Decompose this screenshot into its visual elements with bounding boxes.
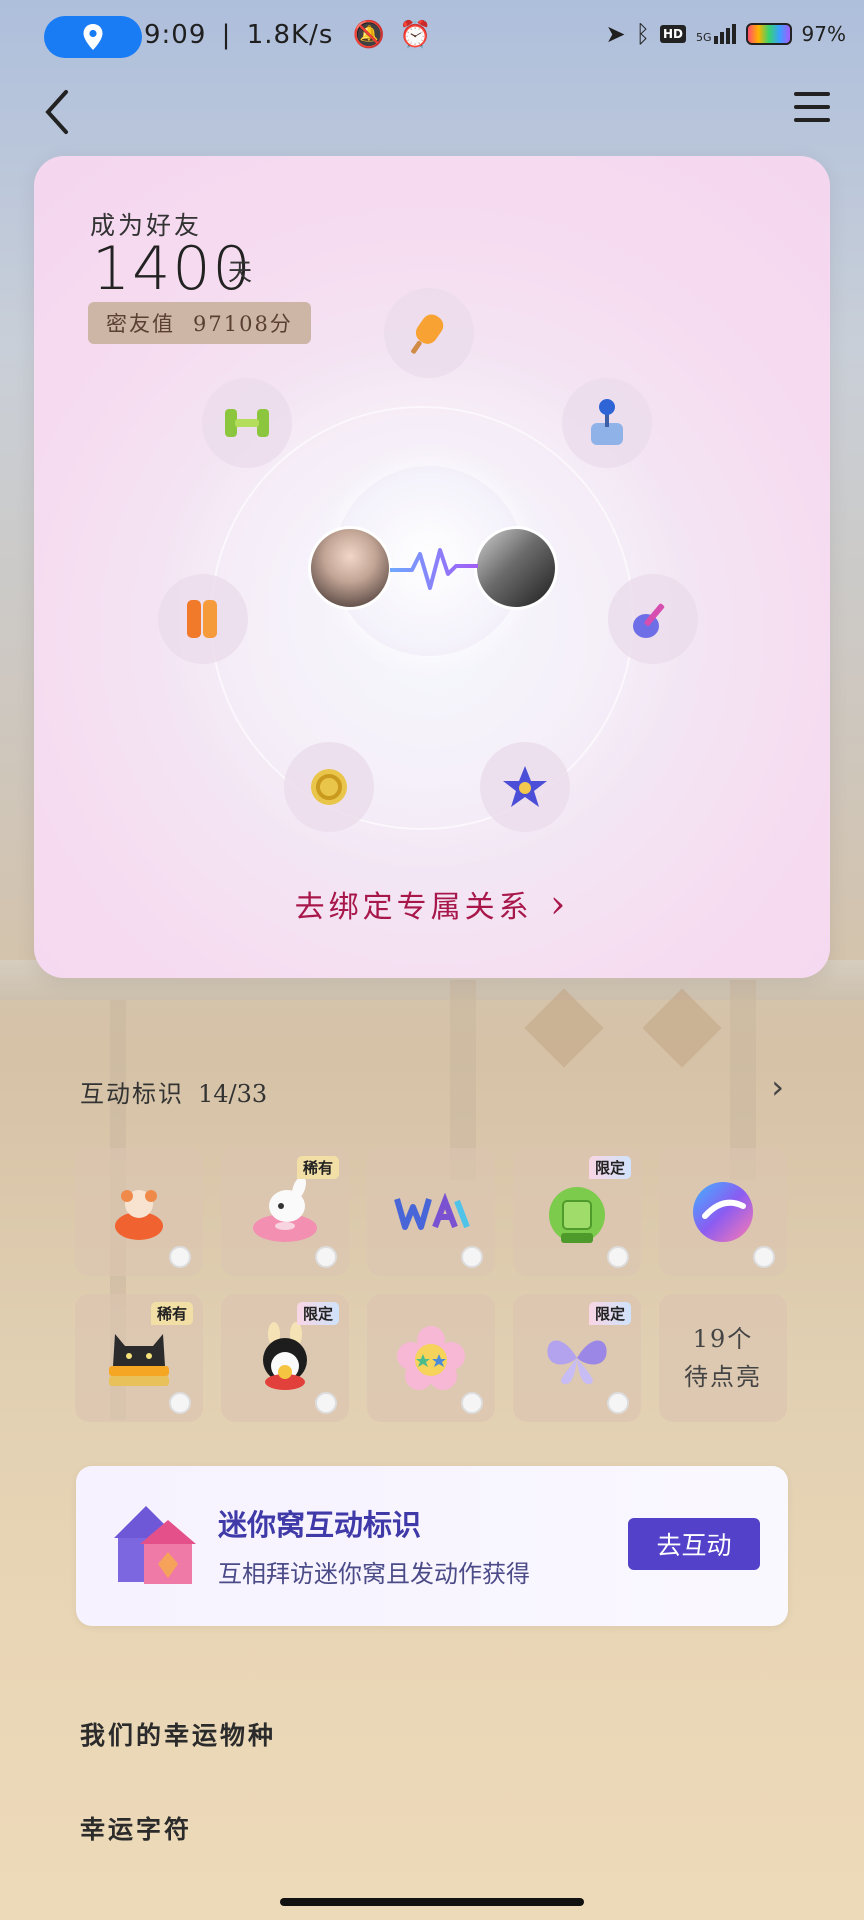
interaction-count: 14/33 (198, 1080, 268, 1108)
status-bar: 9:09 | 1.8K/s 🔕 ⏰ ➤ ᛒ HD 5G 97% (0, 0, 864, 72)
medal-icon (169, 1392, 191, 1414)
star-badge[interactable] (480, 742, 570, 832)
home-indicator[interactable] (280, 1898, 584, 1906)
interaction-title-text: 互动标识 (80, 1080, 184, 1108)
butterfly-icon (547, 1340, 607, 1385)
status-time: 9:09 (144, 20, 207, 50)
badge-tile[interactable]: 稀有 (75, 1294, 203, 1422)
badge-tile[interactable] (659, 1148, 787, 1276)
chevron-right-icon: › (771, 1068, 784, 1106)
badge-tile[interactable] (367, 1148, 495, 1276)
hamburger-line (794, 118, 830, 122)
my-avatar[interactable] (308, 526, 392, 610)
badge-tile[interactable]: 限定 (221, 1294, 349, 1422)
tubes-badge[interactable] (158, 574, 248, 664)
limited-tag: 限定 (588, 1156, 631, 1179)
dumbbell-badge[interactable] (202, 378, 292, 468)
friend-avatar[interactable] (474, 526, 558, 610)
divider: | (221, 20, 232, 50)
network-type: 5G (696, 31, 712, 44)
lucky-characters-title[interactable]: 幸运字符 (80, 1810, 192, 1846)
friendship-card: 成为好友 1400 天 密友值 97108分 去绑定专属关系 › (34, 156, 830, 978)
navigation-icon: ➤ (605, 20, 626, 48)
menu-button[interactable] (794, 92, 830, 131)
black-cat-sandwich-icon (109, 1334, 169, 1386)
medal-icon (607, 1246, 629, 1268)
alarm-icon: ⏰ (399, 20, 433, 50)
badge-tile[interactable] (367, 1294, 495, 1422)
hamburger-line (794, 105, 830, 109)
pending-label: 待点亮 (684, 1363, 762, 1391)
intimacy-value: 97108分 (193, 312, 293, 336)
go-interact-button[interactable]: 去互动 (628, 1518, 760, 1570)
flower-stars-icon (397, 1326, 465, 1390)
mute-icon: 🔕 (352, 20, 387, 50)
rarity-tag: 稀有 (296, 1156, 339, 1179)
interaction-badges-title[interactable]: 互动标识 14/33 (80, 1074, 267, 1109)
limited-tag: 限定 (296, 1302, 339, 1325)
battery-icon (745, 23, 792, 45)
intimacy-badge[interactable]: 密友值 97108分 (88, 302, 311, 344)
medal-icon (169, 1246, 191, 1268)
paint-tubes-icon (187, 600, 217, 638)
battery-level: 97% (801, 22, 846, 46)
badge-tile[interactable]: 限定 (513, 1148, 641, 1276)
interaction-more-arrow[interactable]: › (771, 1068, 784, 1106)
star-icon (503, 766, 547, 807)
mini-nest-banner: 迷你窝互动标识 互相拜访迷你窝且发动作获得 去互动 (76, 1466, 788, 1626)
hamburger-line (794, 92, 830, 96)
lucky-species-title[interactable]: 我们的幸运物种 (80, 1716, 276, 1752)
interaction-badge-grid: 稀有 限定 稀有 限定 限定 19个 待点亮 (75, 1148, 791, 1422)
mooncake-icon (549, 1187, 605, 1243)
joystick-icon (591, 399, 623, 445)
rarity-tag: 稀有 (150, 1302, 193, 1325)
dumbbell-icon (225, 409, 269, 437)
guitar-icon (633, 603, 665, 638)
heartbeat-wave-icon (390, 548, 478, 590)
mini-nest-title: 迷你窝互动标识 (218, 1508, 422, 1542)
status-icons: ➤ ᛒ HD 5G 97% (605, 20, 846, 48)
friend-days-unit: 天 (228, 258, 252, 286)
background-ornament (642, 988, 722, 1068)
popsicle-badge[interactable] (384, 288, 474, 378)
location-pin-icon (83, 24, 103, 50)
chevron-left-icon (45, 90, 68, 134)
coin-badge[interactable] (284, 742, 374, 832)
bind-relationship-link[interactable]: 去绑定专属关系 › (34, 882, 830, 926)
medal-icon (753, 1246, 775, 1268)
mini-nest-subtitle: 互相拜访迷你窝且发动作获得 (218, 1560, 530, 1588)
penguin-bunny-icon (263, 1322, 307, 1390)
medal-icon (461, 1392, 483, 1414)
dog-donut-icon (253, 1176, 317, 1242)
monkey-on-fish-icon (115, 1190, 163, 1240)
guitar-badge[interactable] (608, 574, 698, 664)
chevron-right-icon: › (550, 882, 570, 926)
bind-relationship-text: 去绑定专属关系 (294, 890, 533, 925)
intimacy-label: 密友值 (106, 312, 175, 336)
medal-icon (315, 1392, 337, 1414)
medal-icon (461, 1246, 483, 1268)
back-button[interactable] (42, 88, 72, 147)
bluetooth-icon: ᛒ (635, 20, 650, 48)
house-icon (114, 1506, 196, 1584)
location-pill[interactable] (44, 16, 142, 58)
signal-icon: 5G (696, 24, 736, 44)
status-time-speed: 9:09 | 1.8K/s 🔕 ⏰ (144, 20, 433, 50)
joystick-badge[interactable] (562, 378, 652, 468)
background-ornament (524, 988, 604, 1068)
badge-tile[interactable]: 稀有 (221, 1148, 349, 1276)
limited-tag: 限定 (588, 1302, 631, 1325)
hd-badge: HD (660, 25, 687, 43)
badge-tile[interactable]: 限定 (513, 1294, 641, 1422)
medal-icon (607, 1392, 629, 1414)
wa-text-icon (394, 1192, 470, 1230)
gold-coin-icon (311, 769, 347, 805)
planet-swirl-icon (693, 1182, 753, 1242)
network-speed: 1.8K/s (246, 20, 334, 50)
pending-count: 19个 (692, 1325, 754, 1353)
popsicle-icon (411, 314, 444, 354)
pending-badges-tile[interactable]: 19个 待点亮 (659, 1294, 787, 1422)
medal-icon (315, 1246, 337, 1268)
badge-tile[interactable] (75, 1148, 203, 1276)
